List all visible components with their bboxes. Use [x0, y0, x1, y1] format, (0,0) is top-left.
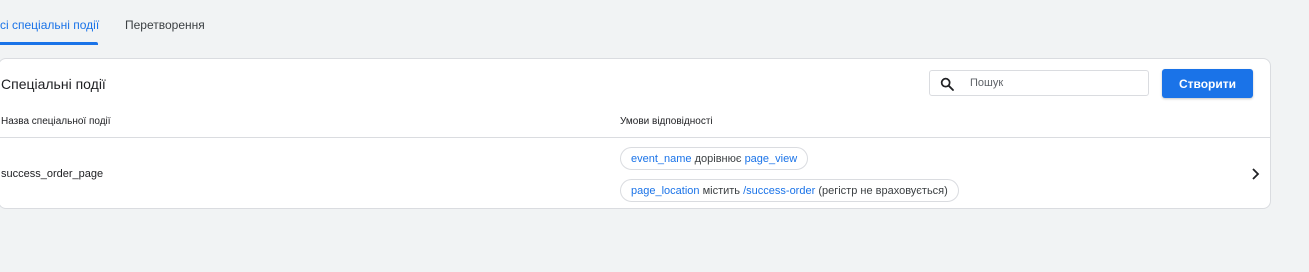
- condition-chip: event_name дорівнює page_view: [620, 147, 809, 170]
- column-header-conditions: Умови відповідності: [620, 116, 713, 127]
- condition-value: page_view: [744, 152, 798, 165]
- condition-param: event_name: [631, 152, 692, 165]
- condition-operator: містить: [702, 184, 741, 197]
- table-row[interactable]: success_order_page event_name дорівнює p…: [0, 138, 1270, 209]
- condition-note: (регістр не враховується): [818, 184, 948, 197]
- tab-conversions[interactable]: Перетворення: [125, 18, 205, 32]
- condition-operator: дорівнює: [694, 152, 742, 165]
- condition-value: /success-order: [743, 184, 816, 197]
- tab-all-custom-events[interactable]: сі спеціальні події: [0, 18, 99, 32]
- search-icon: [940, 77, 954, 91]
- chevron-right-icon[interactable]: [1251, 168, 1261, 180]
- tab-bar: сі спеціальні події Перетворення: [0, 0, 1309, 46]
- custom-events-card: Спеціальні події Пошук Створити Назва сп…: [0, 58, 1271, 209]
- column-header-event-name: Назва спеціальної події: [1, 116, 111, 127]
- create-button[interactable]: Створити: [1162, 69, 1253, 98]
- search-placeholder: Пошук: [970, 77, 1004, 89]
- condition-chip: page_location містить /success-order (ре…: [620, 179, 959, 202]
- condition-param: page_location: [631, 184, 700, 197]
- search-input[interactable]: Пошук: [929, 70, 1149, 96]
- card-title: Спеціальні події: [1, 76, 106, 92]
- event-name: success_order_page: [1, 168, 104, 180]
- active-tab-indicator: [0, 42, 98, 45]
